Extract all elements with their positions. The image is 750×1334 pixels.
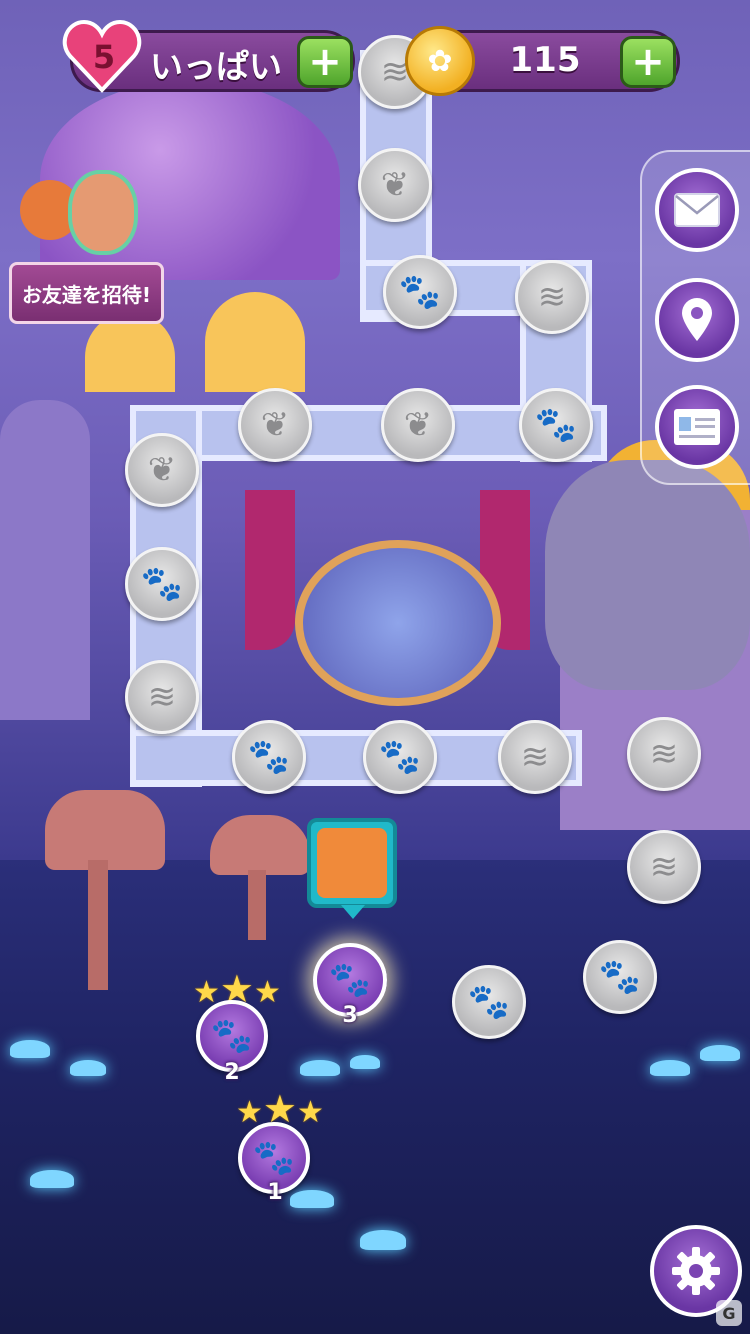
glowing-mushroom <box>10 1040 50 1058</box>
chameleon-icon: ❦ <box>147 450 177 490</box>
invite-friends-button[interactable]: お友達を招待! <box>9 262 164 324</box>
locked-level-node[interactable]: 🐾 <box>452 965 526 1039</box>
giraffe-neck <box>88 860 108 990</box>
chameleon-icon: ❦ <box>403 405 433 445</box>
locked-level-node[interactable]: 🐾 <box>583 940 657 1014</box>
chameleon-icon: ❦ <box>260 405 290 445</box>
paw-icon: 🐾 <box>378 737 422 777</box>
level-number: 1 <box>267 1180 283 1205</box>
scroll-icon: ≋ <box>537 277 567 317</box>
level-number: 2 <box>224 1060 240 1085</box>
locked-level-node[interactable]: ≋ <box>515 260 589 334</box>
paw-icon: 🐾 <box>598 957 642 997</box>
glowing-mushroom <box>350 1055 380 1069</box>
locked-level-node[interactable]: ≋ <box>627 717 701 791</box>
gear-icon <box>672 1247 720 1295</box>
star-icon: ★ <box>296 1095 324 1130</box>
locked-level-node[interactable]: 🐾 <box>363 720 437 794</box>
glowing-mushroom <box>290 1190 334 1208</box>
scroll-icon: ≋ <box>649 734 679 774</box>
glowing-mushroom <box>70 1060 106 1076</box>
window-arch <box>205 292 305 392</box>
watermark-logo: G <box>716 1300 742 1326</box>
scroll-icon: ≋ <box>147 677 177 717</box>
news-card-icon <box>674 409 720 445</box>
paw-icon: 🐾 <box>534 405 578 445</box>
locked-level-node[interactable]: ❦ <box>381 388 455 462</box>
curtain <box>245 490 295 650</box>
locked-level-node[interactable]: ≋ <box>627 830 701 904</box>
news-button[interactable] <box>655 385 739 469</box>
lives-count: 5 <box>92 38 116 76</box>
map-pin-icon <box>682 298 712 341</box>
girl-avatar <box>68 170 138 255</box>
palace-tower <box>0 400 90 720</box>
scroll-icon: ≋ <box>649 847 679 887</box>
paw-icon: 🐾 <box>328 960 372 1000</box>
locked-level-node[interactable]: ❦ <box>358 148 432 222</box>
locked-level-node[interactable]: 🐾 <box>519 388 593 462</box>
map-location-button[interactable] <box>655 278 739 362</box>
glowing-mushroom <box>300 1060 340 1076</box>
chameleon-icon: ❦ <box>380 165 410 205</box>
locked-level-node[interactable]: ≋ <box>498 720 572 794</box>
star-icon: ★ <box>253 975 281 1010</box>
giraffe-neck <box>248 870 266 940</box>
mail-icon <box>674 193 720 227</box>
add-lives-button[interactable]: + <box>297 36 353 88</box>
level-number: 3 <box>342 1003 358 1028</box>
elephant-statue <box>545 460 750 690</box>
paw-icon: 🐾 <box>247 737 291 777</box>
mail-button[interactable] <box>655 168 739 252</box>
locked-level-node[interactable]: ≋ <box>125 660 199 734</box>
player-avatar-marker <box>307 818 397 908</box>
coin-icon: ✿ <box>405 26 475 96</box>
jungle-ground <box>0 860 750 1334</box>
coin-count: 115 <box>509 40 581 80</box>
lives-status-label: いっぱい <box>150 47 282 86</box>
scroll-icon: ≋ <box>520 737 550 777</box>
glowing-mushroom <box>30 1170 74 1188</box>
paw-icon: 🐾 <box>140 564 184 604</box>
glowing-mushroom <box>650 1060 690 1076</box>
locked-level-node[interactable]: 🐾 <box>125 547 199 621</box>
paw-icon: 🐾 <box>252 1138 296 1178</box>
add-coins-button[interactable]: + <box>620 36 676 88</box>
star-icon: ★ <box>236 1095 263 1130</box>
friend-avatars <box>20 170 145 265</box>
paw-icon: 🐾 <box>210 1016 254 1056</box>
locked-level-node[interactable]: 🐾 <box>232 720 306 794</box>
paw-icon: 🐾 <box>467 982 511 1022</box>
glowing-mushroom <box>360 1230 406 1250</box>
locked-level-node[interactable]: 🐾 <box>383 255 457 329</box>
window-arch <box>85 312 175 392</box>
locked-level-node[interactable]: ❦ <box>125 433 199 507</box>
paw-icon: 🐾 <box>398 272 442 312</box>
round-window <box>295 540 501 706</box>
glowing-mushroom <box>700 1045 740 1061</box>
giraffe-head <box>45 790 165 870</box>
locked-level-node[interactable]: ❦ <box>238 388 312 462</box>
fox-avatar-icon <box>317 828 387 898</box>
marker-pointer <box>341 905 365 919</box>
giraffe-head <box>210 815 310 875</box>
